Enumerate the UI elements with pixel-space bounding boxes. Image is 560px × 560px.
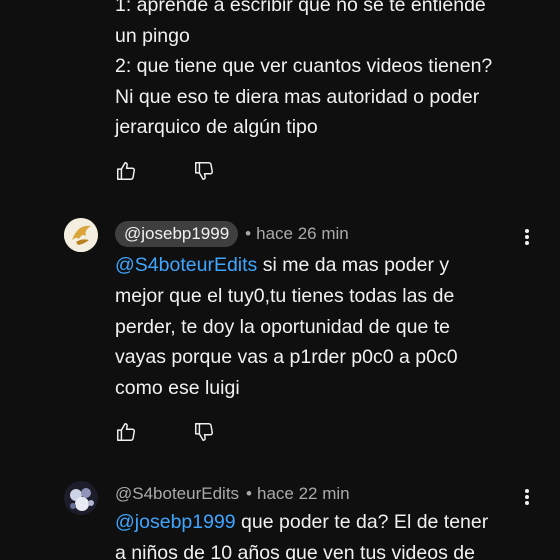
thumbs-up-icon[interactable] [115,160,137,182]
separator-dot: • [245,224,252,243]
avatar[interactable] [64,218,98,252]
author-handle[interactable]: @josebp1999 [115,221,239,247]
comment-time: hace 26 min [256,224,349,243]
comment-text-line: 1: aprende a escribir que no se te entie… [115,0,486,16]
comment-text-line: un pingo [115,24,190,47]
thumbs-down-icon[interactable] [193,160,215,182]
author-handle[interactable]: @S4boteurEdits [115,484,239,504]
comment-actions [115,160,215,182]
avatar-image [64,218,98,252]
comment-actions [115,421,215,443]
comment-text-line: Ni que eso te diera mas autoridad o pode… [115,85,480,108]
mention-link[interactable]: @josebp1999 [115,511,236,533]
comment-text: que poder te da? El de tener [235,511,489,533]
comment-meta: @S4boteurEdits • hace 22 min [115,480,350,508]
separator-dot: • [246,484,252,503]
comment-text-line: 2: que tiene que ver cuantos videos tien… [115,55,493,77]
comment-text-line: como ese luigi [115,376,240,399]
avatar[interactable] [64,481,98,515]
comment-text-line: @S4boteurEdits si me da mas poder y [115,250,449,281]
comment-text-line: vayas porque vas a p1rder p0c0 a p0c0 [115,346,458,368]
comment-time: hace 22 min [257,484,350,503]
comment-text-line: @josebp1999 que poder te da? El de tener [115,507,488,538]
comment-text-line: perder, te doy la oportunidad de que te [115,315,451,338]
comment-text-line: a niños de 10 años que ven tus videos de [115,541,475,560]
thumbs-up-icon[interactable] [115,421,137,443]
comment-meta: @josebp1999 • hace 26 min [115,220,349,248]
mention-link[interactable]: @S4boteurEdits [115,254,257,276]
comment-text: si me da mas poder y [257,254,450,276]
comment-text-line: mejor que el tuy0,tu tienes todas las de [115,285,455,307]
avatar-image [64,481,98,515]
thumbs-down-icon[interactable] [193,421,215,443]
comment-text-line: jerarquico de algún tipo [115,116,318,138]
more-vert-icon[interactable] [522,486,532,508]
more-vert-icon[interactable] [522,226,532,248]
